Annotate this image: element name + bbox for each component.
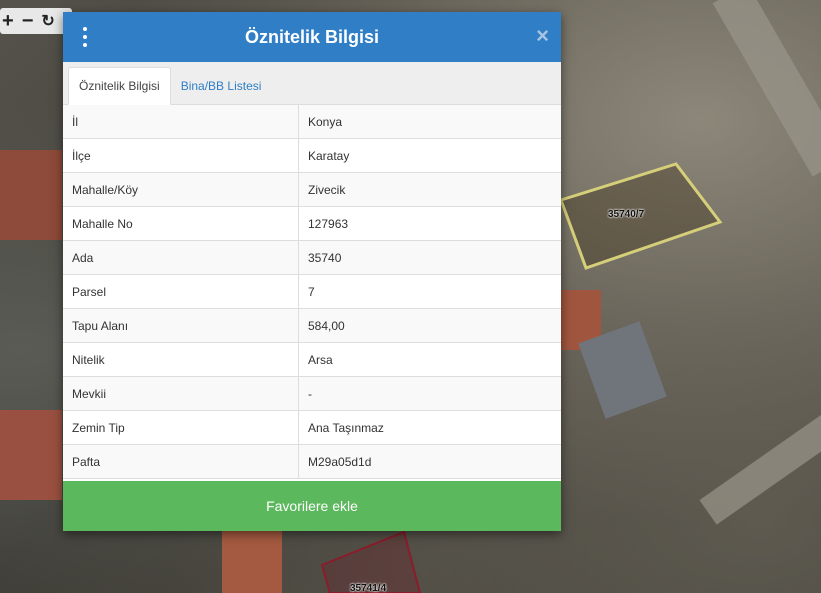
dialog-tabs: Öznitelik Bilgisi Bina/BB Listesi: [63, 62, 561, 105]
attribute-table: İl Konya İlçe Karatay Mahalle/Köy Zivecik Maha…: [63, 105, 561, 479]
table-row: Mahalle/Köy Zivecik: [63, 172, 561, 207]
zoom-in-icon[interactable]: +: [2, 10, 14, 33]
attribute-key: Mahalle No: [63, 206, 299, 241]
attribute-key: İl: [63, 105, 299, 139]
close-button[interactable]: ×: [536, 25, 549, 47]
attribute-key: Nitelik: [63, 342, 299, 377]
menu-icon[interactable]: [81, 27, 89, 47]
attribute-key: Tapu Alanı: [63, 308, 299, 343]
rotate-icon[interactable]: ↻: [41, 11, 54, 31]
attribute-key: Mahalle/Köy: [63, 172, 299, 207]
attribute-key: Parsel: [63, 274, 299, 309]
table-row: Zemin Tip Ana Taşınmaz: [63, 410, 561, 445]
attribute-value: 584,00: [298, 308, 561, 343]
attribute-key: Ada: [63, 240, 299, 275]
attribute-key: Pafta: [63, 444, 299, 479]
table-row: Parsel 7: [63, 274, 561, 309]
tab-attribute-info[interactable]: Öznitelik Bilgisi: [68, 67, 171, 105]
table-row: İlçe Karatay: [63, 138, 561, 173]
attribute-value: 7: [298, 274, 561, 309]
table-row: Ada 35740: [63, 240, 561, 275]
attribute-value: M29a05d1d: [298, 444, 561, 479]
attribute-value: Zivecik: [298, 172, 561, 207]
attribute-value: Arsa: [298, 342, 561, 377]
table-row: Mevkii -: [63, 376, 561, 411]
table-row: Tapu Alanı 584,00: [63, 308, 561, 343]
attribute-value: Konya: [298, 105, 561, 139]
attribute-value: -: [298, 376, 561, 411]
map-zoom-controls: + − ↻: [0, 8, 72, 34]
dialog-title: Öznitelik Bilgisi: [244, 26, 380, 47]
attribute-key: Mevkii: [63, 376, 299, 411]
table-row: Nitelik Arsa: [63, 342, 561, 377]
attribute-dialog: Öznitelik Bilgisi × Öznitelik Bilgisi Bi…: [63, 12, 561, 531]
attribute-value: 35740: [298, 240, 561, 275]
parcel-label: 35741/4: [350, 583, 387, 593]
attribute-value: Karatay: [298, 138, 561, 173]
attribute-value: Ana Taşınmaz: [298, 410, 561, 445]
table-row: İl Konya: [63, 105, 561, 139]
table-row: Mahalle No 127963: [63, 206, 561, 241]
dialog-header: Öznitelik Bilgisi ×: [63, 12, 561, 62]
attribute-value: 127963: [298, 206, 561, 241]
zoom-out-icon[interactable]: −: [22, 10, 34, 33]
add-to-favorites-button[interactable]: Favorilere ekle: [63, 481, 561, 531]
tab-building-list[interactable]: Bina/BB Listesi: [171, 68, 272, 104]
parcel-label: 35740/7: [608, 209, 645, 220]
table-row: Pafta M29a05d1d: [63, 444, 561, 479]
attribute-key: İlçe: [63, 138, 299, 173]
attribute-key: Zemin Tip: [63, 410, 299, 445]
